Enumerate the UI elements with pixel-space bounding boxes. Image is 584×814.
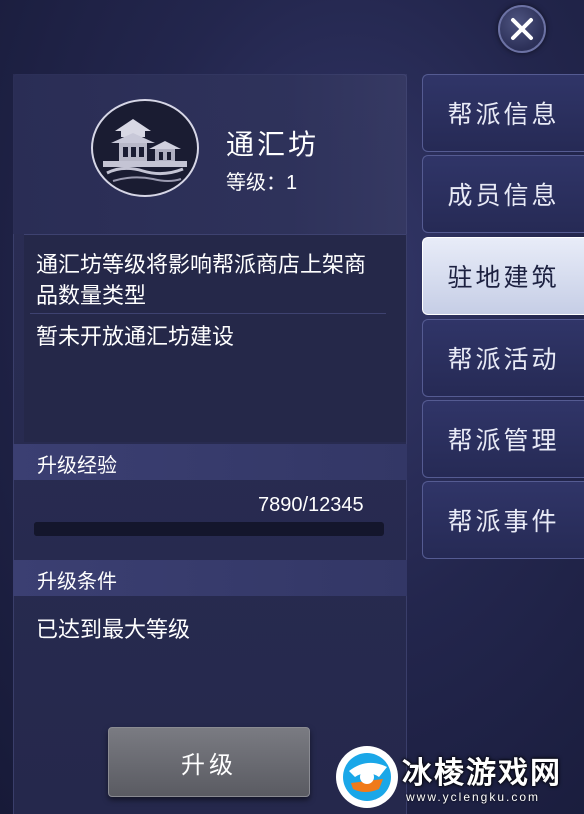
tab-guild-activities[interactable]: 帮派活动 [422,319,584,397]
building-name: 通汇坊 [226,128,320,161]
pavilion-icon [103,119,187,182]
construction-status-text: 暂未开放通汇坊建设 [36,325,235,350]
tab-guild-events[interactable]: 帮派事件 [422,481,584,559]
level-value: 1 [286,172,298,194]
yclengku-logo-icon [336,746,398,808]
watermark-title: 冰棱游戏网 [402,756,562,791]
tab-member-info[interactable]: 成员信息 [422,155,584,233]
description-text: 通汇坊等级将影响帮派商店上架商品数量类型 [36,253,367,309]
upgrade-exp-fill [34,522,258,536]
description-divider [30,313,386,314]
close-icon [511,18,533,40]
upgrade-exp-value: 7890/12345 [258,494,364,516]
building-header [13,74,407,234]
upgrade-button[interactable]: 升级 [108,727,310,797]
tab-guild-management[interactable]: 帮派管理 [422,400,584,478]
building-level: 等级：1 [226,166,297,195]
building-avatar [91,99,199,197]
upgrade-condition-text: 已达到最大等级 [36,618,191,643]
upgrade-condition-title: 升级条件 [37,569,117,593]
upgrade-exp-header: 升级经验 [13,444,407,480]
tab-guild-info[interactable]: 帮派信息 [422,74,584,152]
watermark: 冰棱游戏网 www.yclengku.com [334,742,584,814]
watermark-url: www.yclengku.com [406,790,541,804]
upgrade-exp-bar [34,522,384,536]
tab-base-buildings[interactable]: 驻地建筑 [422,237,584,315]
upgrade-exp-title: 升级经验 [37,453,117,477]
close-button[interactable] [498,5,546,53]
level-label: 等级： [226,170,286,194]
upgrade-condition-header: 升级条件 [13,560,407,596]
